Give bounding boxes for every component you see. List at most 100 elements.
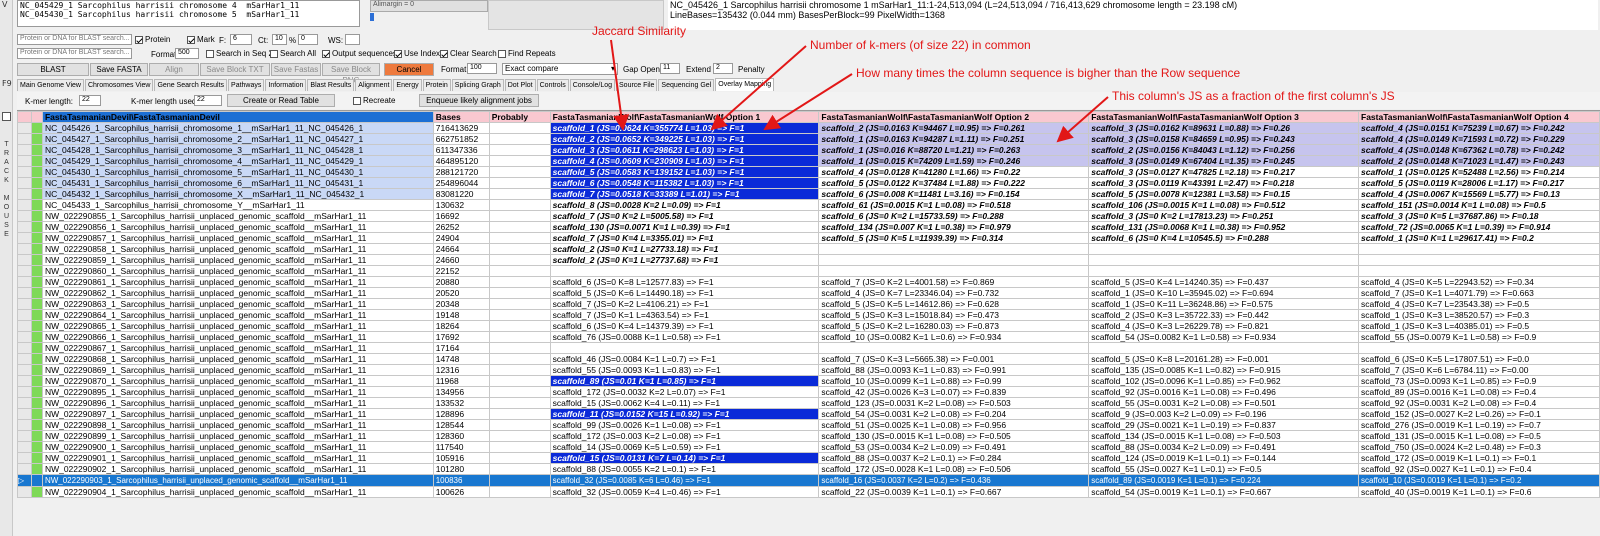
row-header[interactable] <box>17 276 32 288</box>
table-cell[interactable] <box>818 254 1090 266</box>
row-header[interactable] <box>17 309 32 321</box>
row-header[interactable] <box>17 397 32 409</box>
table-cell[interactable]: scaffold_6 (JS=0 K=8 L=12577.83) => F=1 <box>549 276 820 288</box>
row-header[interactable] <box>17 133 32 145</box>
table-row[interactable]: NW_022290863_1_Sarcophilus_harrisii_unpl… <box>17 298 1600 310</box>
table-cell[interactable] <box>1358 342 1600 354</box>
table-cell[interactable] <box>488 298 551 310</box>
table-cell[interactable]: NW_022290901_1_Sarcophilus_harrisii_unpl… <box>41 452 434 464</box>
table-row[interactable]: NW_022290900_1_Sarcophilus_harrisii_unpl… <box>17 441 1600 453</box>
row-header[interactable] <box>17 331 32 343</box>
table-cell[interactable]: scaffold_14 (JS=0.0069 K=5 L=0.59) => F=… <box>549 441 820 453</box>
table-cell[interactable] <box>549 265 820 277</box>
table-cell[interactable]: 105916 <box>432 452 490 464</box>
table-cell[interactable]: scaffold_40 (JS=0.0019 K=1 L=0.1) => F=0… <box>1358 486 1600 498</box>
recreate-option[interactable]: Recreate <box>353 96 395 105</box>
column-header[interactable]: FastaTasmanianWolf\FastaTasmanianWolf Op… <box>818 111 1090 123</box>
table-cell[interactable]: 128360 <box>432 430 490 442</box>
table-row[interactable]: NC_045431_1_Sarcophilus_harrisii_chromos… <box>17 177 1600 189</box>
row-header[interactable]: ▷ <box>17 474 32 487</box>
table-cell[interactable]: scaffold_5 (JS=0.0078 K=12381 L=3.58) =>… <box>1088 188 1360 200</box>
search-in-seq2-checkbox[interactable] <box>206 49 214 58</box>
table-cell[interactable]: 12316 <box>432 364 490 376</box>
gap-open-input[interactable]: 11 <box>660 63 680 74</box>
table-cell[interactable]: scaffold_5 (JS=0 K=4 L=14240.35) => F=0.… <box>1088 276 1360 288</box>
tab-protein[interactable]: Protein <box>422 79 451 91</box>
tab-energy[interactable]: Energy <box>393 79 422 91</box>
row-marker[interactable] <box>30 342 43 354</box>
row-header[interactable] <box>17 188 32 200</box>
table-cell[interactable]: scaffold_5 (JS=0 K=2 L=16280.03) => F=0.… <box>818 320 1090 332</box>
table-row[interactable]: NW_022290867_1_Sarcophilus_harrisii_unpl… <box>17 342 1600 354</box>
table-cell[interactable]: scaffold_88 (JS=0.0037 K=2 L=0.1) => F=0… <box>818 452 1090 464</box>
table-cell[interactable]: scaffold_1 (JS=0 K=1 L=29617.41) => F=0.… <box>1358 232 1600 244</box>
column-header[interactable]: FastaTasmanianDevil\FastaTasmanianDevil <box>41 111 434 123</box>
table-cell[interactable]: NC_045431_1_Sarcophilus_harrisii_chromos… <box>41 177 434 189</box>
save-fastas-button[interactable]: Save Fastas <box>271 63 321 76</box>
row-marker[interactable] <box>30 486 43 498</box>
save-block-png-button[interactable]: Save Block PNG <box>322 63 380 85</box>
table-cell[interactable]: scaffold_2 (JS=0.0156 K=84043 L=1.12) =>… <box>1088 144 1360 156</box>
table-cell[interactable] <box>488 243 551 255</box>
table-cell[interactable]: scaffold_5 (JS=0 K=6 L=14490.18) => F=1 <box>549 287 820 299</box>
row-header[interactable] <box>17 199 32 211</box>
table-cell[interactable]: scaffold_5 (JS=0.0583 K=139152 L=1.03) =… <box>549 166 820 178</box>
table-cell[interactable]: scaffold_172 (JS=0.0032 K=2 L=0.07) => F… <box>549 386 820 398</box>
table-cell[interactable]: scaffold_54 (JS=0.0019 K=1 L=0.1) => F=0… <box>1088 486 1360 498</box>
table-cell[interactable]: scaffold_130 (JS=0.0015 K=1 L=0.08) => F… <box>818 430 1090 442</box>
row-header[interactable] <box>17 463 32 475</box>
table-cell[interactable]: NC_045433_1_Sarcophilus_harrisii_chromos… <box>41 199 434 211</box>
table-cell[interactable]: scaffold_54 (JS=0.0082 K=1 L=0.58) => F=… <box>1088 331 1360 343</box>
table-cell[interactable]: scaffold_135 (JS=0.0085 K=1 L=0.82) => F… <box>1088 364 1360 376</box>
table-cell[interactable]: NW_022290869_1_Sarcophilus_harrisii_unpl… <box>41 364 434 376</box>
table-row[interactable]: NW_022290864_1_Sarcophilus_harrisii_unpl… <box>17 309 1600 321</box>
table-cell[interactable] <box>488 199 551 211</box>
table-row[interactable]: NW_022290860_1_Sarcophilus_harrisii_unpl… <box>17 265 1600 277</box>
table-cell[interactable]: scaffold_1 (JS=0.0163 K=94287 L=1.11) =>… <box>818 133 1090 145</box>
tab-splicing-graph[interactable]: Splicing Graph <box>451 79 504 91</box>
table-cell[interactable] <box>488 408 551 420</box>
row-header[interactable] <box>17 353 32 365</box>
table-cell[interactable]: scaffold_6 (JS=0 K=4 L=10545.5) => F=0.2… <box>1088 232 1360 244</box>
table-cell[interactable]: NW_022290857_1_Sarcophilus_harrisii_unpl… <box>41 232 434 244</box>
table-cell[interactable]: NW_022290898_1_Sarcophilus_harrisii_unpl… <box>41 419 434 431</box>
table-cell[interactable]: NW_022290897_1_Sarcophilus_harrisii_unpl… <box>41 408 434 420</box>
table-cell[interactable]: scaffold_134 (JS=0.0015 K=1 L=0.08) => F… <box>1088 430 1360 442</box>
kmer-length-input[interactable]: 22 <box>79 95 101 106</box>
row-header[interactable] <box>17 177 32 189</box>
table-cell[interactable]: NW_022290863_1_Sarcophilus_harrisii_unpl… <box>41 298 434 310</box>
row-header-corner[interactable] <box>17 111 32 123</box>
tab-console-log[interactable]: Console/Log <box>569 79 616 91</box>
table-cell[interactable]: scaffold_55 (JS=0.0093 K=1 L=0.83) => F=… <box>549 364 820 376</box>
row-marker[interactable] <box>30 155 43 167</box>
table-cell[interactable]: scaffold_1 (JS=0 K=10 L=35945.02) => F=0… <box>1088 287 1360 299</box>
row-marker[interactable] <box>30 397 43 409</box>
row-marker[interactable] <box>30 419 43 431</box>
use-index-option[interactable]: Use Index <box>394 49 440 58</box>
table-cell[interactable]: scaffold_2 (JS=0 K=3 L=35722.33) => F=0.… <box>1088 309 1360 321</box>
tab-pathways[interactable]: Pathways <box>228 79 265 91</box>
table-cell[interactable]: scaffold_5 (JS=0 K=5 L=14612.86) => F=0.… <box>818 298 1090 310</box>
column-header[interactable]: FastaTasmanianWolf\FastaTasmanianWolf Op… <box>1358 111 1600 123</box>
table-cell[interactable]: NW_022290859_1_Sarcophilus_harrisii_unpl… <box>41 254 434 266</box>
table-cell[interactable]: scaffold_6 (JS=0.0548 K=115382 L=1.03) =… <box>549 177 820 189</box>
compare-mode-select[interactable]: Exact compare ▾ <box>502 63 618 75</box>
row-marker[interactable] <box>30 232 43 244</box>
row-header[interactable] <box>17 232 32 244</box>
table-cell[interactable]: scaffold_92 (JS=0.0031 K=2 L=0.08) => F=… <box>1358 397 1600 409</box>
table-cell[interactable]: 128544 <box>432 419 490 431</box>
table-cell[interactable]: scaffold_7 (JS=0 K=4 L=3355.01) => F=1 <box>549 232 820 244</box>
row-marker[interactable] <box>30 221 43 233</box>
row-header[interactable] <box>17 364 32 376</box>
clear-search-option[interactable]: Clear Search <box>440 49 497 58</box>
table-cell[interactable]: 130632 <box>432 199 490 211</box>
row-marker[interactable] <box>30 386 43 398</box>
list-item[interactable]: NC_045429_1 Sarcophilus harrisii chromos… <box>20 1 357 10</box>
row-header[interactable] <box>17 265 32 277</box>
blast-query-input-2[interactable]: Protein or DNA for BLAST search... <box>17 48 132 59</box>
mark-option[interactable]: Mark <box>187 35 215 44</box>
table-cell[interactable]: 26252 <box>432 221 490 233</box>
table-cell[interactable] <box>488 287 551 299</box>
table-cell[interactable]: scaffold_88 (JS=0.0034 K=2 L=0.09) => F=… <box>1088 441 1360 453</box>
table-cell[interactable]: scaffold_1 (JS=0.015 K=74209 L=1.59) => … <box>818 155 1090 167</box>
